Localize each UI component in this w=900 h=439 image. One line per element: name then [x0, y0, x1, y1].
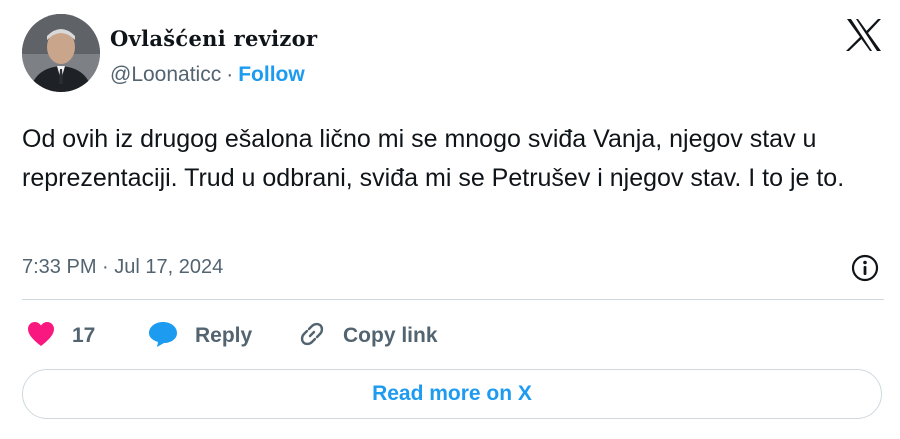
reply-button[interactable]: Reply	[147, 318, 252, 354]
x-logo-icon[interactable]	[845, 17, 883, 53]
separator-dot: ·	[226, 63, 234, 86]
link-icon	[297, 319, 327, 354]
speech-bubble-icon	[147, 319, 179, 354]
info-icon[interactable]	[850, 253, 880, 283]
tweet-timestamp[interactable]: 7:33 PM · Jul 17, 2024	[22, 256, 223, 279]
follow-button[interactable]: Follow	[238, 63, 305, 86]
tweet-date: Jul 17, 2024	[114, 256, 224, 278]
like-count: 17	[72, 324, 96, 347]
copy-link-button[interactable]: Copy link	[297, 318, 438, 354]
author-handle-line: @Loonaticc · Follow	[110, 63, 305, 87]
copy-link-label: Copy link	[343, 324, 438, 347]
tweet-time: 7:33 PM	[22, 256, 97, 278]
reply-label: Reply	[195, 324, 253, 347]
avatar[interactable]	[22, 14, 100, 92]
divider	[22, 299, 884, 300]
like-button[interactable]: 17	[26, 318, 95, 354]
meta-separator: ·	[102, 256, 109, 278]
tweet-embed: Ovlašćeni revizor @Loonaticc · Follow Od o…	[0, 0, 900, 439]
author-display-name[interactable]: Ovlašćeni revizor	[110, 26, 317, 51]
heart-icon	[26, 320, 56, 353]
tweet-text: Od ovih iz drugog ešalona lično mi se mn…	[22, 125, 845, 192]
author-handle[interactable]: @Loonaticc	[110, 63, 221, 86]
read-more-button[interactable]: Read more on X	[22, 369, 882, 419]
